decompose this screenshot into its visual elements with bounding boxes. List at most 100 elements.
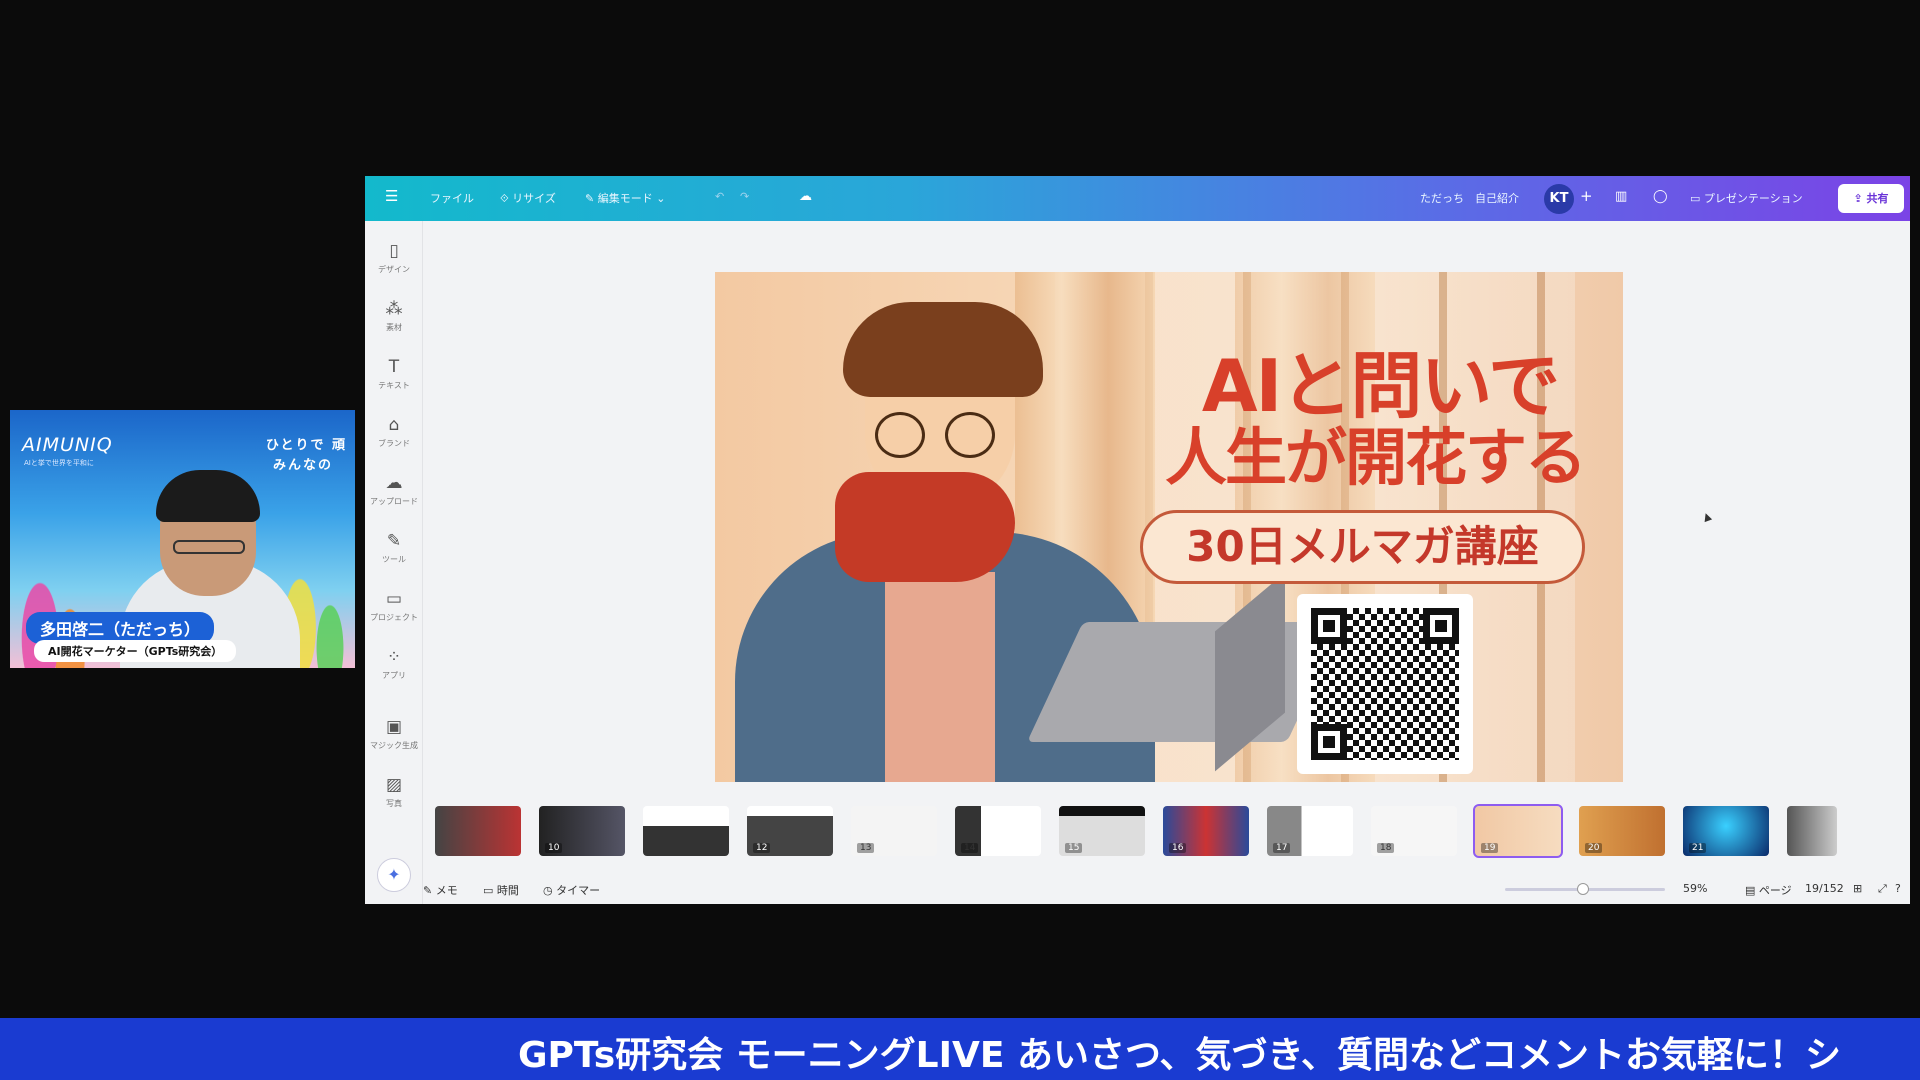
illustration-hair xyxy=(843,302,1043,397)
duration-label: 時間 xyxy=(496,884,519,897)
edit-mode-menu[interactable]: ✎ 編集モード ⌄ xyxy=(585,190,665,206)
draw-icon: ✎ xyxy=(386,531,402,551)
slide-title-line2: 人生が開花する xyxy=(1164,421,1587,494)
grid-view-icon[interactable]: ⊞ xyxy=(1853,882,1862,895)
sidebar-item-projects[interactable]: ▭ プロジェクト xyxy=(365,589,423,623)
page-thumbnail[interactable]: 10 xyxy=(539,806,625,856)
pages-button[interactable]: ▤ ページ xyxy=(1745,882,1792,898)
resize-menu[interactable]: ⟐ リサイズ xyxy=(500,190,556,206)
doc-title[interactable]: 自己紹介 xyxy=(1475,190,1519,206)
webcam-brand: AIMUNIQ xyxy=(22,434,113,456)
undo-icon[interactable]: ↶ xyxy=(715,190,724,203)
redo-icon[interactable]: ↷ xyxy=(740,190,749,203)
zoom-slider-handle[interactable] xyxy=(1577,883,1589,895)
sidebar-item-label: 写真 xyxy=(386,799,402,808)
sidebar-item-magic-media[interactable]: ▣ マジック生成 xyxy=(365,717,423,751)
brand-icon: ⌂ xyxy=(388,415,400,435)
page-thumbnail[interactable]: 16 xyxy=(1163,806,1249,856)
sidebar-item-brand[interactable]: ⌂ ブランド xyxy=(365,415,423,449)
photos-icon: ▨ xyxy=(385,775,403,795)
page-thumbnail[interactable] xyxy=(643,806,729,856)
slide-canvas[interactable]: AIと問いで 人生が開花する 30日メルマガ講座 xyxy=(715,272,1623,782)
comment-icon[interactable]: ◯ xyxy=(1653,189,1668,204)
sidebar-item-label: プロジェクト xyxy=(370,613,418,622)
sidebar-item-label: アップロード xyxy=(370,497,418,506)
page-number: 10 xyxy=(545,843,563,853)
sidebar-item-label: 素材 xyxy=(386,323,402,332)
add-collaborator-icon[interactable]: + xyxy=(1580,187,1593,205)
page-number: 20 xyxy=(1585,843,1603,853)
sidebar-item-label: テキスト xyxy=(378,381,410,390)
user-avatar[interactable]: KT xyxy=(1544,184,1574,214)
page-number: 18 xyxy=(1377,843,1395,853)
design-editor-window: ☰ ファイル ⟐ リサイズ ✎ 編集モード ⌄ ↶ ↷ ☁ ただっち 自己紹介 … xyxy=(365,176,1910,904)
sidebar-item-text[interactable]: T テキスト xyxy=(365,357,423,391)
file-menu[interactable]: ファイル xyxy=(430,190,474,206)
page-thumbnail[interactable]: 15 xyxy=(1059,806,1145,856)
sidebar-item-apps[interactable]: ⁘ アプリ xyxy=(365,647,423,681)
ticker-text: GPTs研究会 モーニングLIVE あいさつ、気づき、質問などコメントお気軽に！… xyxy=(518,1035,1842,1076)
elements-icon: ⁂ xyxy=(385,299,403,319)
timer-button[interactable]: ◷ タイマー xyxy=(543,882,600,898)
webcam-tagline-2: みんなの xyxy=(272,458,333,473)
presenter-hair xyxy=(156,470,260,522)
illustration-glasses-left xyxy=(875,412,925,458)
analytics-icon[interactable]: ▥ xyxy=(1615,189,1627,204)
edit-mode-label: 編集モード xyxy=(597,192,653,205)
present-button[interactable]: ▭ プレゼンテーション xyxy=(1690,190,1803,206)
share-button[interactable]: ⇪ 共有 xyxy=(1838,184,1904,213)
sidebar-item-upload[interactable]: ☁ アップロード xyxy=(365,473,423,507)
illustration-glasses-right xyxy=(945,412,995,458)
notes-button[interactable]: ✎ メモ xyxy=(423,882,458,898)
hamburger-icon[interactable]: ☰ xyxy=(385,187,398,205)
help-icon[interactable]: ? xyxy=(1895,882,1901,895)
zoom-slider[interactable] xyxy=(1505,883,1665,895)
page-thumbnail[interactable]: 20 xyxy=(1579,806,1665,856)
page-number: 17 xyxy=(1273,843,1291,853)
illustration-scarf xyxy=(835,472,1015,582)
page-counter: 19/152 xyxy=(1805,882,1844,895)
sidebar-item-label: ブランド xyxy=(378,439,410,448)
timer-label: タイマー xyxy=(556,884,601,897)
pages-label: ページ xyxy=(1758,884,1792,897)
sidebar-item-photos[interactable]: ▨ 写真 xyxy=(365,775,423,809)
page-thumbnail[interactable]: 12 xyxy=(747,806,833,856)
page-thumbnail[interactable]: 17 xyxy=(1267,806,1353,856)
page-number: 16 xyxy=(1169,843,1187,853)
share-label: 共有 xyxy=(1866,192,1889,205)
webcam-tagline-1: ひとりで 頑 xyxy=(265,438,347,453)
editor-sidebar: ▯ デザイン ⁂ 素材 T テキスト ⌂ ブランド ☁ アップロード ✎ ツール ▭ プロジェ… xyxy=(365,221,423,904)
webcam-brand-tagline: AIと挙で世界を平和に xyxy=(24,459,94,467)
duration-button[interactable]: ▭ 時間 xyxy=(483,882,519,898)
page-thumbnail-selected[interactable]: 19 xyxy=(1473,804,1563,858)
magic-assistant-button[interactable]: ✦ xyxy=(377,858,411,892)
zoom-level[interactable]: 59% xyxy=(1683,882,1707,895)
magic-media-icon: ▣ xyxy=(385,717,403,737)
notes-label: メモ xyxy=(435,884,458,897)
sidebar-item-design[interactable]: ▯ デザイン xyxy=(365,241,423,275)
editor-topbar: ☰ ファイル ⟐ リサイズ ✎ 編集モード ⌄ ↶ ↷ ☁ ただっち 自己紹介 … xyxy=(365,176,1910,221)
presenter-glasses xyxy=(173,540,245,554)
qr-finder-top-right xyxy=(1423,608,1459,644)
sidebar-item-label: マジック生成 xyxy=(370,741,418,750)
page-thumbnail[interactable] xyxy=(1787,806,1837,856)
qr-code-card xyxy=(1297,594,1473,774)
sidebar-item-draw[interactable]: ✎ ツール xyxy=(365,531,423,565)
page-thumbnail[interactable]: 21 xyxy=(1683,806,1769,856)
page-thumbnail[interactable]: 18 xyxy=(1371,806,1457,856)
upload-icon: ☁ xyxy=(385,473,403,493)
present-label: プレゼンテーション xyxy=(1703,192,1803,205)
fullscreen-icon[interactable]: ⤢ xyxy=(1878,882,1887,896)
live-ticker: GPTs研究会 モーニングLIVE あいさつ、気づき、質問などコメントお気軽に！… xyxy=(0,1018,1920,1080)
page-thumbnail[interactable]: 14 xyxy=(955,806,1041,856)
page-thumbnail[interactable]: 13 xyxy=(851,806,937,856)
page-thumbnail[interactable] xyxy=(435,806,521,856)
qr-code xyxy=(1311,608,1459,760)
presenter-webcam: AIMUNIQ AIと挙で世界を平和に ひとりで 頑 みんなの 多田啓二（ただっ… xyxy=(10,410,355,668)
resize-label: リサイズ xyxy=(512,192,556,205)
page-number: 12 xyxy=(753,843,771,853)
slide-course-pill: 30日メルマガ講座 xyxy=(1140,510,1585,584)
page-filmstrip: 10 12 13 14 15 16 17 18 19 20 21 xyxy=(435,804,1895,864)
sidebar-item-elements[interactable]: ⁂ 素材 xyxy=(365,299,423,333)
presenter-role-badge: AI開花マーケター（GPTs研究会） xyxy=(34,640,237,662)
